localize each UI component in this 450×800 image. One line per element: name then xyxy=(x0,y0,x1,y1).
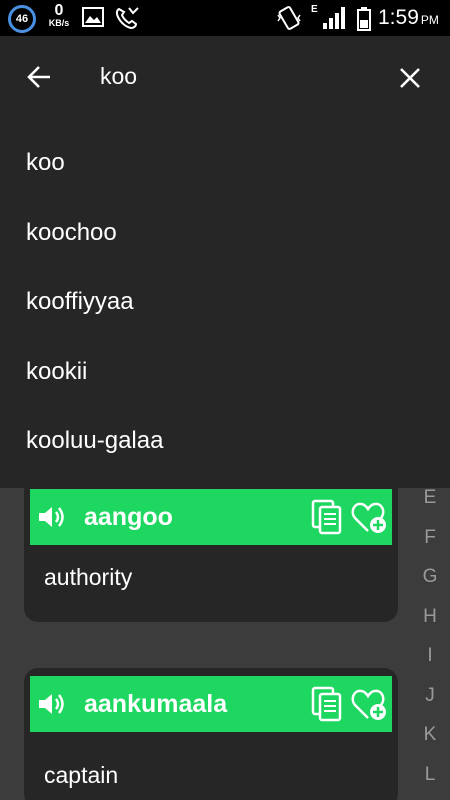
entry-header: aangoo xyxy=(30,489,392,545)
entry-meaning: captain xyxy=(44,762,119,788)
alphabet-letter[interactable]: H xyxy=(410,597,450,637)
battery-icon xyxy=(357,7,371,31)
suggestion-item[interactable]: koo xyxy=(0,128,450,198)
entry-card[interactable]: aangoo authority xyxy=(24,472,398,622)
alphabet-index[interactable]: E F G H I J K L xyxy=(410,478,450,794)
data-speed-indicator: 0 KB/s xyxy=(45,3,73,28)
clock-time: 1:59 xyxy=(378,6,419,29)
clock-ampm: PM xyxy=(420,13,439,27)
entry-word: aankumaala xyxy=(84,689,228,718)
speaker-icon[interactable] xyxy=(32,489,72,545)
alphabet-letter[interactable]: L xyxy=(410,755,450,795)
suggestion-item[interactable]: kooluu-galaa xyxy=(0,406,450,476)
suggestion-item[interactable]: koochoo xyxy=(0,198,450,268)
suggestion-list: koo koochoo kooffiyyaa kookii kooluu-gal… xyxy=(0,128,450,476)
entry-word: aangoo xyxy=(84,502,173,531)
vibrate-icon xyxy=(277,6,301,30)
notification-count-icon: 46 xyxy=(8,5,36,33)
data-speed-unit: KB/s xyxy=(48,18,70,28)
status-bar: 46 0 KB/s E 1:59 PM xyxy=(0,0,450,36)
search-panel: koo koochoo kooffiyyaa kookii kooluu-gal… xyxy=(0,36,450,488)
data-speed-value: 0 xyxy=(54,2,64,19)
add-favorite-icon[interactable] xyxy=(350,497,388,537)
copy-icon[interactable] xyxy=(308,684,346,724)
signal-icon xyxy=(323,7,345,29)
alphabet-letter[interactable]: K xyxy=(410,715,450,755)
add-favorite-icon[interactable] xyxy=(350,684,388,724)
close-icon[interactable] xyxy=(392,60,428,96)
alphabet-letter[interactable]: I xyxy=(410,636,450,676)
alphabet-letter[interactable]: J xyxy=(410,676,450,716)
copy-icon[interactable] xyxy=(308,497,346,537)
alphabet-letter[interactable]: F xyxy=(410,518,450,558)
network-type: E xyxy=(311,4,318,15)
entry-meaning: authority xyxy=(44,564,133,590)
speaker-icon[interactable] xyxy=(32,676,72,732)
suggestion-item[interactable]: kookii xyxy=(0,337,450,407)
alphabet-letter[interactable]: G xyxy=(410,557,450,597)
back-arrow-icon[interactable] xyxy=(22,60,56,94)
clock: 1:59 PM xyxy=(378,6,439,30)
entry-header: aankumaala xyxy=(30,676,392,732)
suggestion-item[interactable]: kooffiyyaa xyxy=(0,267,450,337)
image-icon xyxy=(82,7,104,27)
entry-card[interactable]: aankumaala captain xyxy=(24,668,398,800)
search-input[interactable] xyxy=(100,56,360,96)
missed-call-icon xyxy=(115,7,139,30)
